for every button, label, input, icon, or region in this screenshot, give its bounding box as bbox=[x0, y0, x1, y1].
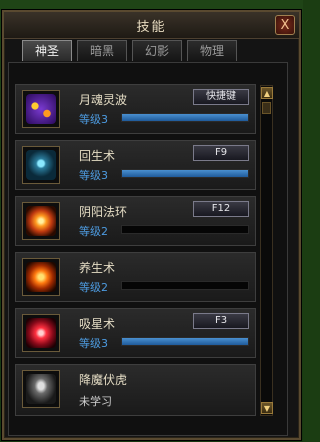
purple-orb-icon bbox=[26, 94, 56, 124]
skill-row[interactable]: 吸星术 等级3 F3 bbox=[15, 308, 256, 358]
tab-phantom[interactable]: 幻影 bbox=[132, 40, 182, 61]
scrollbar-thumb[interactable] bbox=[262, 102, 271, 114]
scroll-up-icon[interactable]: ▲ bbox=[261, 87, 273, 99]
window-title: 技能 bbox=[136, 20, 167, 35]
skill-progress-bar bbox=[121, 169, 249, 178]
tab-dark[interactable]: 暗黑 bbox=[77, 40, 127, 61]
skill-level: 等级2 bbox=[79, 281, 108, 294]
close-button[interactable]: X bbox=[275, 15, 295, 35]
hotkey-button[interactable]: 快捷键 bbox=[193, 89, 249, 105]
grey-figure-icon bbox=[26, 374, 56, 404]
skill-progress-bar bbox=[121, 337, 249, 346]
skill-level: 等级3 bbox=[79, 169, 108, 182]
skill-row[interactable]: 阴阳法环 等级2 F12 bbox=[15, 196, 256, 246]
title-bar[interactable]: 技能 X bbox=[4, 12, 299, 39]
skill-level: 等级2 bbox=[79, 225, 108, 238]
skill-name: 吸星术 bbox=[79, 317, 116, 331]
skill-status: 未学习 bbox=[79, 395, 112, 408]
fire-sun-icon bbox=[26, 206, 56, 236]
skill-progress-bar bbox=[121, 225, 249, 234]
skill-icon-slot[interactable] bbox=[22, 314, 60, 352]
skill-name: 养生术 bbox=[79, 261, 116, 275]
skill-level: 等级3 bbox=[79, 113, 108, 126]
skill-progress-fill bbox=[122, 170, 248, 177]
skill-row[interactable]: 月魂灵波 等级3 快捷键 bbox=[15, 84, 256, 134]
skill-icon-slot[interactable] bbox=[22, 202, 60, 240]
skill-name: 回生术 bbox=[79, 149, 116, 163]
skill-row[interactable]: 养生术 等级2 bbox=[15, 252, 256, 302]
tab-physical[interactable]: 物理 bbox=[187, 40, 237, 61]
skill-progress-bar bbox=[121, 281, 249, 290]
hotkey-button[interactable]: F9 bbox=[193, 145, 249, 161]
skill-row[interactable]: 回生术 等级3 F9 bbox=[15, 140, 256, 190]
tab-holy[interactable]: 神圣 bbox=[22, 40, 72, 61]
hotkey-button[interactable]: F12 bbox=[193, 201, 249, 217]
red-star-icon bbox=[26, 318, 56, 348]
skill-icon-slot[interactable] bbox=[22, 146, 60, 184]
skill-name: 月魂灵波 bbox=[79, 93, 128, 107]
skill-progress-bar bbox=[121, 113, 249, 122]
skill-progress-fill bbox=[122, 114, 248, 121]
scroll-down-icon[interactable]: ▼ bbox=[261, 402, 273, 414]
skill-icon-slot[interactable] bbox=[22, 370, 60, 408]
hotkey-button[interactable]: F3 bbox=[193, 313, 249, 329]
skill-icon-slot[interactable] bbox=[22, 90, 60, 128]
skill-progress-fill bbox=[122, 338, 248, 345]
skill-name: 降魔伏虎 bbox=[79, 373, 128, 387]
skill-level: 等级3 bbox=[79, 337, 108, 350]
skill-row[interactable]: 降魔伏虎 未学习 bbox=[15, 364, 256, 416]
skill-icon-slot[interactable] bbox=[22, 258, 60, 296]
scrollbar-track[interactable] bbox=[260, 85, 273, 416]
skill-name: 阴阳法环 bbox=[79, 205, 128, 219]
blue-idol-icon bbox=[26, 150, 56, 180]
fire-swirl-icon bbox=[26, 262, 56, 292]
